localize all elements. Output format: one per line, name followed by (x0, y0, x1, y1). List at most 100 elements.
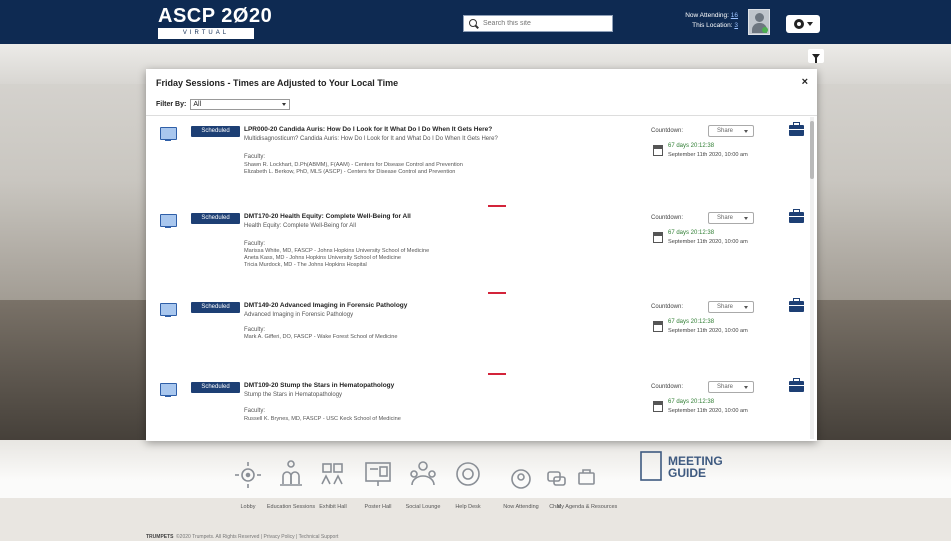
separator (488, 292, 506, 294)
countdown-label: Countdown: (651, 304, 684, 310)
calendar-icon[interactable] (653, 401, 663, 412)
monitor-icon[interactable] (160, 127, 177, 141)
now-attending-label: Now Attending: (685, 12, 729, 19)
now-attending-count[interactable]: 16 (731, 12, 738, 19)
session-date: September 11th 2020, 10:00 am (668, 152, 748, 158)
meeting-guide-line2: GUIDE (668, 466, 706, 480)
ascp-logo[interactable]: ASCP 2Ø20 VIRTUAL (158, 6, 272, 39)
nav-label-now-attending[interactable]: Now Attending (503, 504, 538, 510)
calendar-icon[interactable] (653, 321, 663, 332)
session-title[interactable]: DMT149-20 Advanced Imaging in Forensic P… (244, 302, 407, 309)
session-list[interactable]: Scheduled LPR000-20 Candida Auris: How D… (146, 117, 807, 439)
calendar-icon[interactable] (653, 232, 663, 243)
footer-brand: TRUMPETS (146, 534, 174, 540)
countdown-label: Countdown: (651, 215, 684, 221)
session-item: Scheduled DMT170-20 Health Equity: Compl… (146, 208, 807, 294)
nav-label-lobby[interactable]: Lobby (241, 504, 256, 510)
nav-label-exhibit[interactable]: Exhibit Hall (319, 504, 347, 510)
filter-row: Filter By: All (156, 99, 291, 110)
monitor-icon[interactable] (160, 214, 177, 228)
countdown-label: Countdown: (651, 384, 684, 390)
countdown-value: 67 days 20:12:38 (668, 319, 715, 325)
session-item: Scheduled LPR000-20 Candida Auris: How D… (146, 121, 807, 207)
nav-label-education[interactable]: Education Sessions (267, 504, 316, 510)
nav-label-poster[interactable]: Poster Hall (365, 504, 392, 510)
briefcase-icon[interactable] (789, 298, 804, 312)
session-title[interactable]: DMT109-20 Stump the Stars in Hematopatho… (244, 382, 394, 389)
nav-label-lounge[interactable]: Social Lounge (406, 504, 441, 510)
countdown-value: 67 days 20:12:38 (668, 399, 715, 405)
search-input[interactable] (483, 20, 603, 27)
session-subtitle: Multidisagnosticum? Candida Auris: How D… (244, 136, 498, 142)
session-date: September 11th 2020, 10:00 am (668, 239, 748, 245)
funnel-icon (812, 53, 820, 63)
exhibit-icon[interactable] (321, 463, 343, 485)
scheduled-badge: Scheduled (191, 126, 240, 137)
lobby-icon[interactable] (235, 462, 261, 488)
poster-icon[interactable] (365, 462, 391, 486)
filter-label: Filter By: (156, 101, 187, 108)
session-date: September 11th 2020, 10:00 am (668, 408, 748, 414)
session-item: Scheduled DMT109-20 Stump the Stars in H… (146, 377, 807, 439)
monitor-icon[interactable] (160, 383, 177, 397)
filter-toggle[interactable] (808, 49, 824, 63)
scrollbar-thumb[interactable] (810, 121, 814, 179)
scheduled-badge: Scheduled (191, 302, 240, 313)
people-icon[interactable] (511, 469, 531, 489)
audience-right (815, 300, 951, 460)
nav-label-help[interactable]: Help Desk (455, 504, 481, 510)
logo-sub-text: VIRTUAL (158, 28, 254, 39)
search-box[interactable] (463, 15, 613, 32)
share-dropdown[interactable]: Share (708, 125, 754, 137)
bottom-navigation: MEETING GUIDE Lobby Education Sessions E… (146, 451, 723, 540)
top-header: ASCP 2Ø20 VIRTUAL Now Attending: 16 This… (0, 0, 951, 44)
briefcase-icon[interactable] (789, 209, 804, 223)
faculty-member: Elizabeth L. Berkow, PhD, MLS (ASCP) - C… (244, 169, 456, 175)
lounge-icon[interactable] (410, 461, 436, 486)
share-dropdown[interactable]: Share (708, 301, 754, 313)
countdown-value: 67 days 20:12:38 (668, 143, 715, 149)
session-subtitle: Advanced Imaging in Forensic Pathology (244, 312, 354, 318)
share-dropdown[interactable]: Share (708, 212, 754, 224)
chat-icon[interactable] (547, 471, 566, 486)
session-title[interactable]: LPR000-20 Candida Auris: How Do I Look f… (244, 126, 492, 133)
divider (146, 115, 817, 116)
monitor-icon[interactable] (160, 303, 177, 317)
scheduled-badge: Scheduled (191, 213, 240, 224)
footer-text[interactable]: ©2020 Trumpets. All Rights Reserved | Pr… (176, 533, 339, 540)
help-icon[interactable] (456, 462, 480, 486)
filter-select[interactable]: All (190, 99, 291, 110)
this-location-count[interactable]: 3 (734, 22, 738, 29)
meeting-guide-button[interactable]: MEETING GUIDE (640, 451, 723, 481)
faculty-member: Tricia Murdock, MD - The Johns Hopkins H… (244, 262, 367, 268)
session-subtitle: Stump the Stars in Hematopathology (244, 392, 343, 398)
online-status-dot (762, 27, 768, 33)
attendance-info: Now Attending: 16 This Location: 3 (656, 11, 738, 31)
audience-left (0, 300, 150, 460)
session-item: Scheduled DMT149-20 Advanced Imaging in … (146, 297, 807, 375)
education-icon[interactable] (280, 460, 302, 486)
briefcase-icon[interactable] (789, 122, 804, 136)
countdown-label: Countdown: (651, 128, 684, 134)
faculty-label: Faculty: (244, 241, 266, 247)
session-date: September 11th 2020, 10:00 am (668, 328, 748, 334)
logo-main-text: ASCP 2Ø20 (158, 5, 273, 27)
session-title[interactable]: DMT170-20 Health Equity: Complete Well-B… (244, 213, 411, 220)
countdown-value: 67 days 20:12:38 (668, 230, 715, 236)
faculty-label: Faculty: (244, 327, 266, 333)
briefcase-icon[interactable] (578, 469, 595, 485)
close-icon[interactable]: × (802, 77, 808, 88)
separator (488, 373, 506, 375)
sessions-modal: Friday Sessions - Times are Adjusted to … (146, 69, 817, 441)
calendar-icon[interactable] (653, 145, 663, 156)
modal-title: Friday Sessions - Times are Adjusted to … (156, 78, 399, 88)
share-dropdown[interactable]: Share (708, 381, 754, 393)
avatar[interactable] (748, 9, 770, 35)
gear-icon (793, 19, 804, 29)
settings-menu-button[interactable] (786, 15, 820, 33)
faculty-label: Faculty: (244, 154, 266, 160)
faculty-member: Mark A. Gifferi, DO, FASCP - Wake Forest… (244, 334, 398, 340)
search-icon[interactable] (469, 18, 479, 29)
nav-label-agenda[interactable]: My Agenda & Resources (557, 504, 618, 510)
briefcase-icon[interactable] (789, 378, 804, 392)
